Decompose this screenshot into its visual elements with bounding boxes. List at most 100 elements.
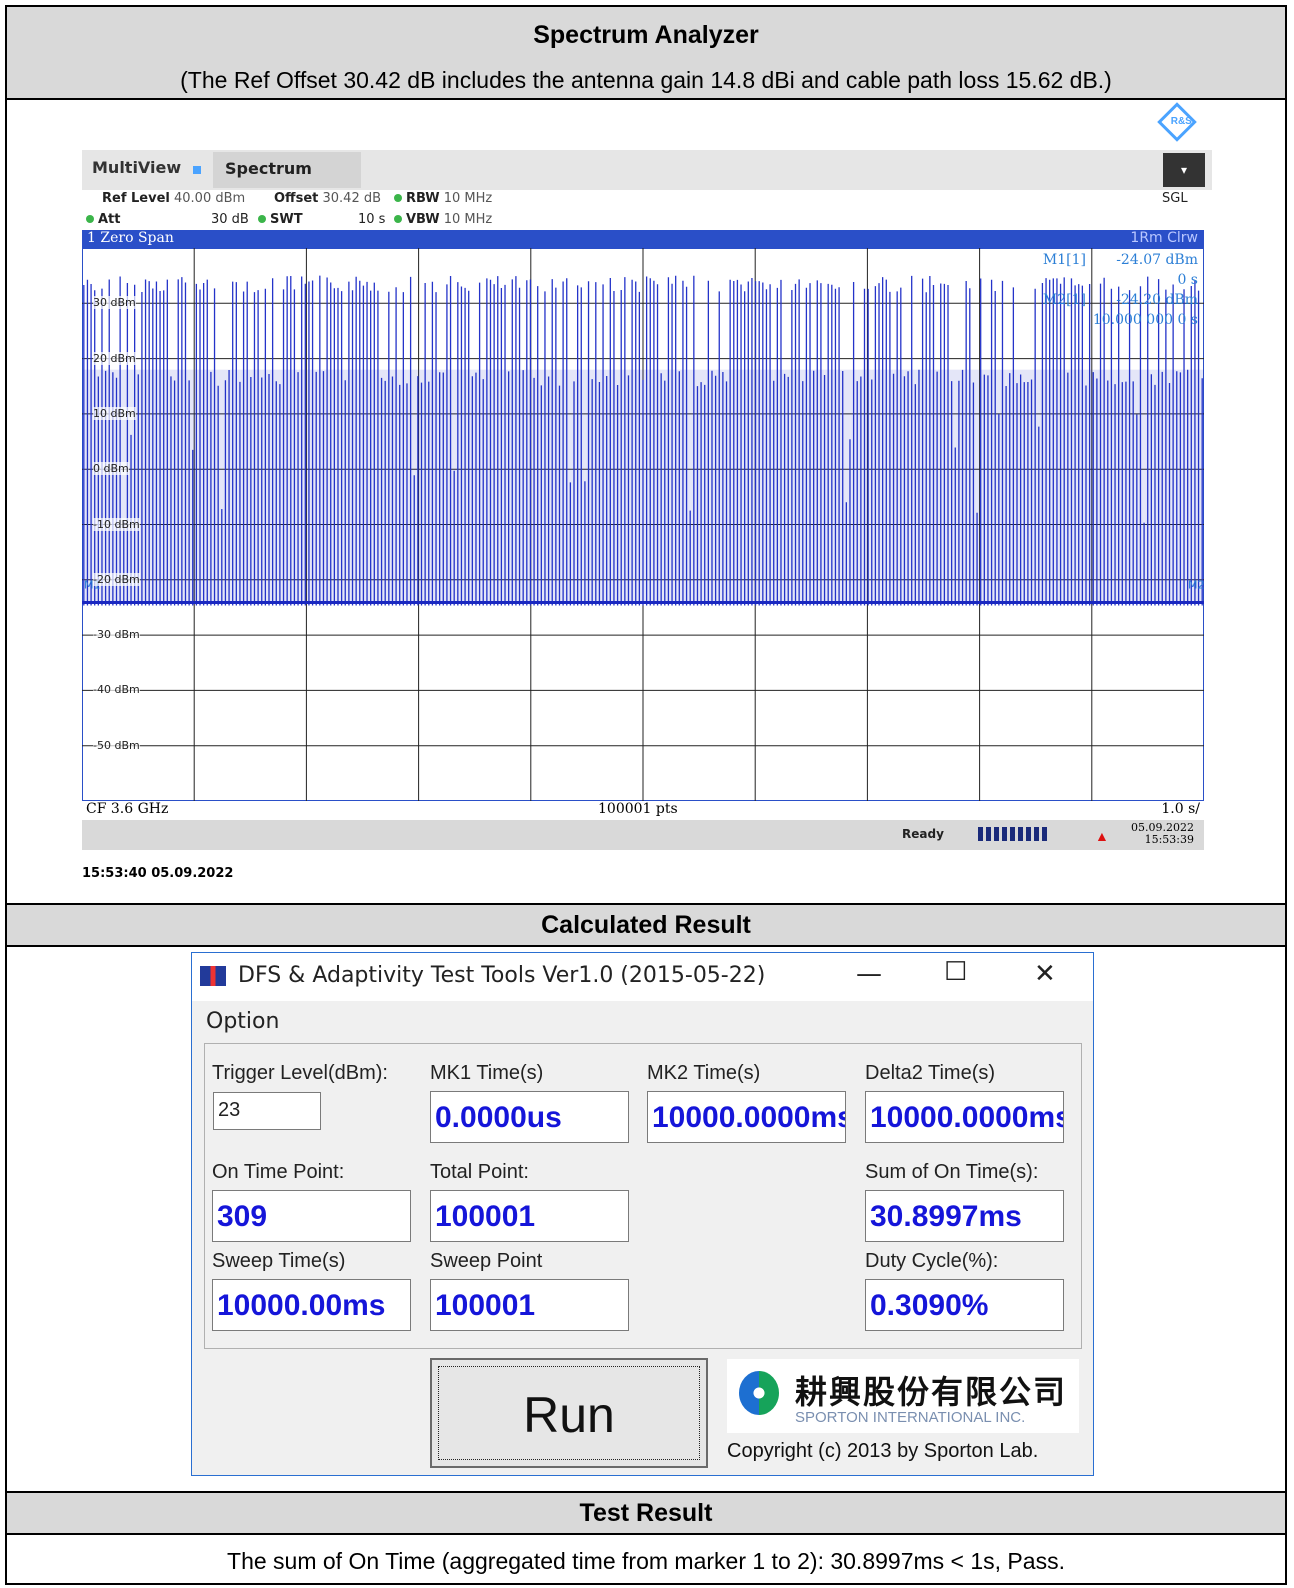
offset-value: 30.42 dB — [322, 191, 382, 206]
company-name-cn: 耕興股份有限公司 — [795, 1374, 1068, 1410]
status-ready: Ready — [902, 827, 944, 841]
window-title-bar: 1 Zero Span 1Rm Clrw — [82, 230, 1204, 248]
status-dot-icon — [394, 215, 402, 223]
tab-indicator-icon — [193, 166, 201, 174]
trigger-level-input[interactable]: 23 — [213, 1092, 321, 1130]
att-readout: Att — [86, 212, 121, 227]
y-tick-label: -50 dBm — [93, 738, 140, 752]
spectrum-title: Spectrum Analyzer — [533, 21, 759, 49]
status-dot-icon — [258, 215, 266, 223]
rbw-readout: RBW 10 MHz — [394, 191, 492, 206]
company-name-en: SPORTON INTERNATIONAL INC. — [795, 1409, 1026, 1426]
analyzer-status-bar: Ready ▲ 05.09.2022 15:53:39 — [82, 820, 1204, 850]
capture-timestamp: 15:53:40 05.09.2022 — [82, 866, 234, 881]
status-time: 15:53:39 — [1144, 833, 1194, 846]
time-per-div: 1.0 s/ — [1161, 801, 1200, 817]
ref-level-readout: Ref Level 40.00 dBm — [102, 191, 245, 206]
spectrum-note: (The Ref Offset 30.42 dB includes the an… — [180, 67, 1112, 93]
progress-bar — [978, 827, 1048, 841]
tab-spectrum-label: Spectrum — [225, 159, 312, 178]
swt-readout: SWT — [258, 212, 303, 227]
maximize-icon[interactable]: ☐ — [944, 957, 967, 987]
sweep-time-field[interactable]: 10000.00ms — [212, 1279, 411, 1331]
window-titlebar[interactable]: DFS & Adaptivity Test Tools Ver1.0 (2015… — [192, 953, 1093, 1001]
marker1-name: M1[1] — [1042, 252, 1086, 268]
offset-label: Offset — [274, 191, 319, 206]
zero-span-plot[interactable]: M1M2 — [82, 248, 1204, 801]
y-tick-label: -30 dBm — [93, 628, 140, 642]
mk2-time-field[interactable]: 10000.0000ms — [647, 1091, 846, 1143]
duty-cycle-field[interactable]: 0.3090% — [865, 1279, 1064, 1331]
app-icon — [200, 966, 226, 986]
duty-cycle-label: Duty Cycle(%): — [865, 1250, 999, 1272]
y-tick-label: 20 dBm — [93, 351, 136, 365]
att-value: 30 dB — [211, 212, 249, 227]
sum-on-time-field[interactable]: 30.8997ms — [865, 1190, 1064, 1242]
att-label: Att — [98, 212, 121, 227]
marker1-value: -24.07 dBm — [1116, 252, 1198, 268]
sweep-point-label: Sweep Point — [430, 1250, 543, 1272]
trace-label: 1Rm Clrw — [1130, 230, 1198, 246]
menu-option[interactable]: Option — [206, 1009, 279, 1034]
y-tick-label: 30 dBm — [93, 296, 136, 310]
test-result-header: Test Result — [5, 1491, 1287, 1535]
trace-fill — [82, 369, 1204, 603]
delta2-time-field[interactable]: 10000.0000ms — [865, 1091, 1064, 1143]
y-tick-label: 0 dBm — [93, 462, 129, 476]
spectrum-header: Spectrum Analyzer (The Ref Offset 30.42 … — [5, 5, 1287, 100]
tab-multiview[interactable]: MultiView — [92, 158, 181, 177]
ref-level-value: 40.00 dBm — [174, 191, 246, 206]
vbw-value: 10 MHz — [443, 212, 493, 227]
plot-footer: CF 3.6 GHz 100001 pts 1.0 s/ — [82, 801, 1204, 819]
status-datetime: 05.09.2022 15:53:39 — [1131, 822, 1194, 846]
calculated-header: Calculated Result — [5, 903, 1287, 947]
sporton-logo-icon — [739, 1371, 779, 1415]
marker1-time: 0 s — [1177, 272, 1198, 288]
swt-value: 10 s — [358, 212, 386, 227]
sgl-indicator: SGL — [1162, 191, 1188, 206]
window-title: 1 Zero Span — [87, 230, 174, 246]
sweep-point-field[interactable]: 100001 — [430, 1279, 629, 1331]
vbw-label: VBW — [406, 212, 440, 227]
sporton-logo: 耕興股份有限公司 SPORTON INTERNATIONAL INC. — [727, 1359, 1079, 1433]
marker2-time: 10.000 000 0 s — [1092, 312, 1198, 328]
copyright-text: Copyright (c) 2013 by Sporton Lab. — [727, 1440, 1039, 1462]
mk2-time-label: MK2 Time(s) — [647, 1062, 761, 1084]
y-tick-label: -20 dBm — [93, 572, 140, 586]
window-title-text: DFS & Adaptivity Test Tools Ver1.0 (2015… — [238, 963, 766, 988]
run-button-label: Run — [523, 1387, 615, 1443]
offset-readout: Offset 30.42 dB — [274, 191, 381, 206]
trigger-level-label: Trigger Level(dBm): — [212, 1062, 388, 1084]
status-dot-icon — [394, 194, 402, 202]
status-dot-icon — [86, 215, 94, 223]
total-point-field[interactable]: 100001 — [430, 1190, 629, 1242]
test-result-text: The sum of On Time (aggregated time from… — [227, 1548, 1065, 1574]
y-tick-label: -40 dBm — [93, 683, 140, 697]
minimize-icon[interactable]: — — [856, 959, 882, 989]
y-tick-label: -10 dBm — [93, 517, 140, 531]
sum-on-time-label: Sum of On Time(s): — [865, 1161, 1039, 1183]
on-time-point-field[interactable]: 309 — [212, 1190, 411, 1242]
center-frequency: CF 3.6 GHz — [86, 801, 169, 817]
marker2-name: M2[1] — [1042, 292, 1086, 308]
run-button[interactable]: Run — [430, 1358, 708, 1468]
vbw-readout: VBW 10 MHz — [394, 212, 492, 227]
tab-spectrum[interactable]: Spectrum — [213, 152, 361, 188]
delta2-time-label: Delta2 Time(s) — [865, 1062, 996, 1084]
y-tick-label: 10 dBm — [93, 406, 136, 420]
sweep-time-label: Sweep Time(s) — [212, 1250, 346, 1272]
close-icon[interactable]: ✕ — [1034, 959, 1056, 989]
rbw-label: RBW — [406, 191, 440, 206]
ref-level-label: Ref Level — [102, 191, 170, 206]
total-point-label: Total Point: — [430, 1161, 529, 1183]
rbw-value: 10 MHz — [443, 191, 493, 206]
mk1-time-label: MK1 Time(s) — [430, 1062, 544, 1084]
marker2-value: -24.20 dBm — [1116, 292, 1198, 308]
dropdown-button[interactable]: ▾ — [1163, 153, 1205, 187]
network-icon: ▲ — [1095, 828, 1109, 844]
on-time-point-label: On Time Point: — [212, 1161, 345, 1183]
points-count: 100001 pts — [598, 801, 678, 817]
mk1-time-field[interactable]: 0.0000us — [430, 1091, 629, 1143]
swt-label: SWT — [270, 212, 303, 227]
marker2-tag: M2 — [1188, 578, 1204, 591]
